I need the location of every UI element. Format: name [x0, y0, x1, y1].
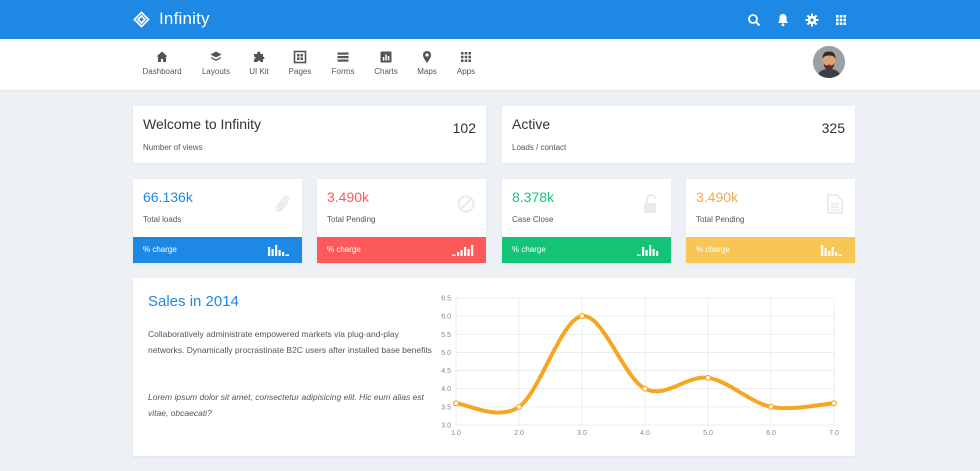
- stat-label: Total Pending: [327, 215, 376, 224]
- y-tick-label: 4.0: [441, 386, 451, 393]
- user-photo: [813, 46, 845, 78]
- home-icon: [155, 50, 169, 64]
- stat-footer: % charge: [317, 237, 486, 263]
- bell-icon[interactable]: [775, 12, 791, 28]
- data-point: [515, 403, 522, 410]
- nav-item-ui-kit[interactable]: UI Kit: [245, 50, 273, 80]
- nav-item-forms[interactable]: Forms: [327, 50, 359, 80]
- mini-bar-chart-icon: [268, 245, 289, 256]
- x-tick-label: 3.0: [577, 430, 587, 437]
- nav-label: Pages: [288, 67, 312, 76]
- nav-label: Layouts: [201, 67, 231, 76]
- mini-bar-chart-icon: [821, 245, 842, 256]
- nav-item-pages[interactable]: Pages: [284, 50, 316, 80]
- y-tick-label: 5.5: [441, 332, 451, 339]
- paperclip-icon: [272, 193, 292, 215]
- charge-label: % charge: [696, 245, 730, 254]
- stat-label: Case Close: [512, 215, 554, 224]
- x-tick-label: 2.0: [514, 430, 524, 437]
- active-count: 325: [821, 120, 845, 136]
- stat-label: Total loads: [143, 215, 182, 224]
- stat-value: 8.378k: [512, 189, 555, 205]
- y-tick-label: 3.0: [441, 423, 451, 430]
- charge-label: % charge: [143, 245, 177, 254]
- data-point: [453, 400, 460, 407]
- nav-label: Charts: [374, 67, 398, 76]
- data-point: [831, 400, 838, 407]
- gear-icon[interactable]: [804, 12, 820, 28]
- sales-description: Collaboratively administrate empowered m…: [148, 329, 432, 355]
- charge-label: % charge: [327, 245, 361, 254]
- y-tick-label: 6.0: [441, 314, 451, 321]
- mini-bar-chart-icon: [637, 245, 659, 256]
- nav-label: Forms: [331, 67, 355, 76]
- y-tick-label: 4.5: [441, 368, 451, 375]
- chart-icon: [379, 50, 393, 64]
- diamond-logo-icon: [133, 10, 150, 28]
- map-pin-icon: [420, 50, 434, 64]
- puzzle-icon: [252, 50, 266, 64]
- charge-label: % charge: [512, 245, 546, 254]
- view-count: 102: [452, 120, 476, 136]
- sales-title: Sales in 2014: [148, 293, 239, 310]
- nav-label: Dashboard: [142, 67, 182, 76]
- stat-value: 3.490k: [327, 189, 370, 205]
- data-point: [642, 385, 649, 392]
- data-point: [705, 374, 712, 381]
- stat-card-case-close: 8.378k Case Close % charge: [502, 179, 671, 263]
- stat-card-total-loads: 66.136k Total loads % charge: [133, 179, 302, 263]
- data-point: [768, 403, 775, 410]
- card-subtitle: Loads / contact: [512, 143, 567, 152]
- stat-card-total-pending-2: 3.490k Total Pending % charge: [686, 179, 855, 263]
- sales-line-chart: 3.0 3.5 4.0 4.5 5.0 5.5 6.0 6.5 1.0 2.0 3.0 4.0 5.0 6…: [441, 296, 839, 438]
- x-tick-label: 6.0: [766, 430, 776, 437]
- stat-value: 3.490k: [696, 189, 739, 205]
- pages-icon: [293, 50, 307, 64]
- list-icon: [336, 50, 350, 64]
- stat-footer: % charge: [502, 237, 671, 263]
- nav-label: Maps: [417, 67, 437, 76]
- nav-item-maps[interactable]: Maps: [414, 50, 440, 80]
- data-point: [579, 313, 586, 320]
- search-icon[interactable]: [746, 12, 762, 28]
- summary-card-welcome: Welcome to Infinity 102 Number of views: [133, 106, 486, 163]
- y-tick-label: 6.5: [441, 296, 451, 303]
- apps-icon: [459, 50, 473, 64]
- nav-item-layouts[interactable]: Layouts: [198, 50, 234, 80]
- brand[interactable]: Infinity: [133, 8, 210, 30]
- card-title: Active: [512, 116, 551, 132]
- sales-quote: Lorem ipsum dolor sit amet, consectetur …: [148, 392, 424, 418]
- layers-icon: [209, 50, 223, 64]
- avatar[interactable]: [813, 46, 845, 78]
- stat-footer: % charge: [686, 237, 855, 263]
- unlock-icon: [641, 193, 661, 215]
- nav-item-charts[interactable]: Charts: [370, 50, 402, 80]
- block-icon: [456, 193, 476, 215]
- x-tick-label: 4.0: [640, 430, 650, 437]
- stat-value: 66.136k: [143, 189, 193, 205]
- nav-item-apps[interactable]: Apps: [453, 50, 479, 80]
- nav-label: Apps: [456, 67, 476, 76]
- summary-card-active: Active 325 Loads / contact: [502, 106, 855, 163]
- stat-footer: % charge: [133, 237, 302, 263]
- y-tick-label: 3.5: [441, 404, 451, 411]
- apps-grid-icon[interactable]: [833, 12, 849, 28]
- brand-name: Infinity: [159, 9, 210, 28]
- stat-card-total-pending: 3.490k Total Pending % charge: [317, 179, 486, 263]
- card-subtitle: Number of views: [143, 143, 203, 152]
- nav-label: UI Kit: [249, 67, 269, 76]
- card-title: Welcome to Infinity: [143, 116, 262, 132]
- y-tick-label: 5.0: [441, 350, 451, 357]
- x-tick-label: 1.0: [451, 430, 461, 437]
- x-tick-label: 7.0: [829, 430, 839, 437]
- file-icon: [825, 193, 845, 215]
- mini-bar-chart-icon: [452, 245, 474, 256]
- nav-item-dashboard[interactable]: Dashboard: [138, 50, 186, 80]
- stat-label: Total Pending: [696, 215, 745, 224]
- x-tick-label: 5.0: [703, 430, 713, 437]
